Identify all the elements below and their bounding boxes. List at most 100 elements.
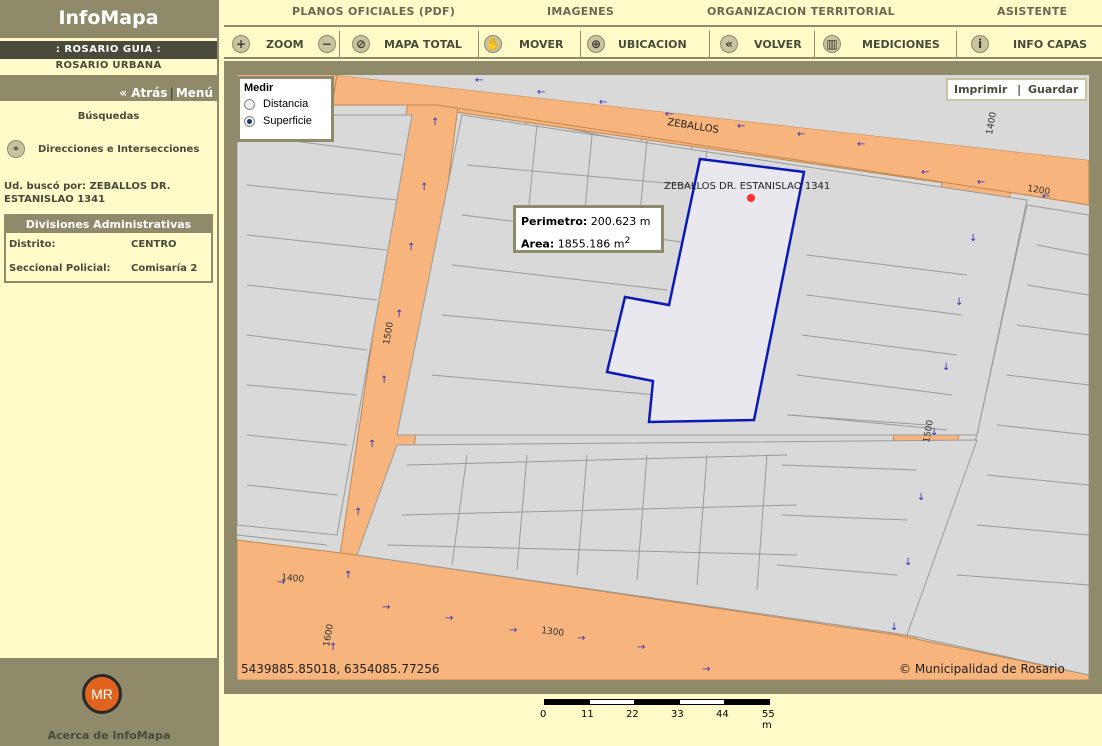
arrow: ← [737, 121, 745, 132]
location-button[interactable]: ⊕ UBICACION [587, 29, 687, 59]
division-value: Comisaría 2 [131, 263, 198, 274]
print-save-bar: Imprimir | Guardar [946, 78, 1087, 101]
arrow: ← [977, 177, 985, 188]
top-menu: PLANOS OFICIALES (PDF) IMAGENES ORGANIZA… [224, 0, 1102, 27]
arrow: ↑ [407, 242, 415, 253]
nav-separator: | [169, 86, 174, 100]
directions-icon: ⚭ [7, 140, 25, 158]
map-canvas[interactable]: ← ← ← ← ← ← ← ← ← ← ↑ ↑ ↑ ↑ ↑ ↑ ↑ ↑ ↑ ↓ … [237, 75, 1089, 680]
arrow: → [509, 625, 517, 636]
location-label: UBICACION [618, 37, 687, 51]
arrow: ← [857, 139, 865, 150]
menu-link[interactable]: Menú [176, 86, 213, 100]
arrow: ← [599, 97, 607, 108]
zoom-in-icon[interactable]: + [232, 35, 250, 53]
measure-option-distance[interactable]: Distancia [244, 98, 327, 110]
arrow: → [445, 613, 453, 624]
toolbar-separator [580, 31, 581, 57]
arrow: ↓ [904, 557, 912, 568]
division-value: CENTRO [131, 239, 177, 250]
toolbar-separator [814, 31, 815, 57]
back-button[interactable]: « VOLVER [720, 29, 802, 59]
toolbar-separator [478, 31, 479, 57]
radio-distance[interactable] [244, 98, 255, 110]
arrow: ↑ [368, 439, 376, 450]
info-layers-button[interactable]: i INFO CAPAS [971, 29, 1087, 59]
print-link[interactable]: Imprimir [954, 83, 1007, 96]
copyright-text: © Municipalidad de Rosario [899, 662, 1065, 676]
toolbar-separator [339, 31, 340, 57]
menu-organizacion[interactable]: ORGANIZACION TERRITORIAL [707, 0, 895, 25]
measurement-result: Perimetro: 200.623 m Area: 1855.186 m2 [513, 205, 664, 253]
searches-heading: Búsquedas [77, 111, 140, 122]
print-save-separator: | [1017, 83, 1022, 96]
map-total-label: MAPA TOTAL [384, 37, 462, 51]
sidebar: InfoMapa : ROSARIO GUIA : ROSARIO URBANA… [0, 0, 218, 746]
arrow: → [382, 602, 390, 613]
zoom-out-icon[interactable]: − [317, 35, 336, 53]
arrow: ← [475, 75, 483, 86]
directions-link-label: Direcciones e Intersecciones [38, 143, 200, 155]
menu-planos[interactable]: PLANOS OFICIALES (PDF) [292, 0, 455, 25]
admin-divisions-header: Divisiones Administrativas [6, 216, 211, 233]
back-label: VOLVER [754, 37, 802, 51]
arrow: ↑ [344, 570, 352, 581]
about-link[interactable]: Acerca de InfoMapa [0, 729, 218, 742]
move-label: MOVER [519, 37, 564, 51]
zoom-label: ZOOM [266, 37, 304, 51]
toolbar-separator [709, 31, 710, 57]
arrow: ↑ [354, 507, 362, 518]
info-layers-label: INFO CAPAS [1013, 37, 1088, 51]
admin-divisions-panel: Divisiones Administrativas Distrito: CEN… [4, 214, 213, 283]
scale-label: 33 [671, 709, 684, 720]
distance-label: Distancia [263, 98, 309, 110]
map-total-button[interactable]: ⊘ MAPA TOTAL [352, 29, 462, 59]
ruler-icon: ▥ [823, 35, 841, 53]
search-result-text: Ud. buscó por: ZEBALLOS DR. ESTANISLAO 1… [4, 181, 171, 205]
back-link[interactable]: « Atrás [119, 86, 167, 100]
area-exponent: 2 [624, 235, 631, 246]
division-row: Distrito: CENTRO [6, 233, 211, 257]
arrow: ↓ [969, 233, 977, 244]
info-icon: i [971, 35, 989, 53]
app-title: InfoMapa [0, 0, 217, 38]
measure-panel-title: Medir [244, 82, 274, 94]
move-button[interactable]: ✋ MOVER [484, 29, 564, 59]
arrow: → [702, 664, 710, 675]
measurements-label: MEDICIONES [862, 37, 940, 51]
map-svg: ← ← ← ← ← ← ← ← ← ← ↑ ↑ ↑ ↑ ↑ ↑ ↑ ↑ ↑ ↓ … [237, 75, 1089, 680]
scale-segment [589, 699, 635, 705]
zoom-tool: + ZOOM − [232, 29, 336, 59]
arrow: ↓ [917, 492, 925, 503]
directions-link[interactable]: ⚭ Direcciones e Intersecciones [0, 140, 217, 158]
area-value: 1855.186 m [557, 237, 625, 251]
arrow: ↓ [942, 362, 950, 373]
area-label: Area: [521, 237, 555, 251]
scale-label: 55 m [762, 709, 775, 731]
perimeter-row: Perimetro: 200.623 m [521, 212, 656, 231]
arrow: ↑ [395, 309, 403, 320]
save-link[interactable]: Guardar [1028, 83, 1078, 96]
scale-bar: 0 11 22 33 44 55 m [540, 699, 780, 731]
address-label: ZEBALLOS DR. ESTANISLAO 1341 [664, 181, 830, 192]
map-total-icon: ⊘ [352, 35, 370, 53]
perimeter-value: 200.623 m [590, 215, 651, 228]
perimeter-label: Perimetro: [521, 215, 588, 228]
rewind-icon: « [720, 35, 738, 53]
measure-option-surface[interactable]: Superficie [244, 115, 327, 127]
urbana-label[interactable]: ROSARIO URBANA [0, 59, 217, 73]
division-key: Seccional Policial: [9, 263, 111, 274]
measurements-button[interactable]: ▥ MEDICIONES [823, 29, 940, 59]
guia-label[interactable]: : ROSARIO GUIA : [0, 41, 217, 59]
scale-segment [544, 699, 590, 705]
arrow: ↓ [955, 297, 963, 308]
arrow: ← [921, 167, 929, 178]
scale-segment [724, 699, 770, 705]
mr-logo[interactable]: MR [82, 674, 122, 714]
globe-icon: ⊕ [587, 35, 605, 53]
menu-imagenes[interactable]: IMAGENES [547, 0, 614, 25]
scale-segment [634, 699, 680, 705]
division-key: Distrito: [9, 239, 56, 250]
menu-asistente[interactable]: ASISTENTE [997, 0, 1067, 25]
radio-surface[interactable] [244, 115, 255, 127]
